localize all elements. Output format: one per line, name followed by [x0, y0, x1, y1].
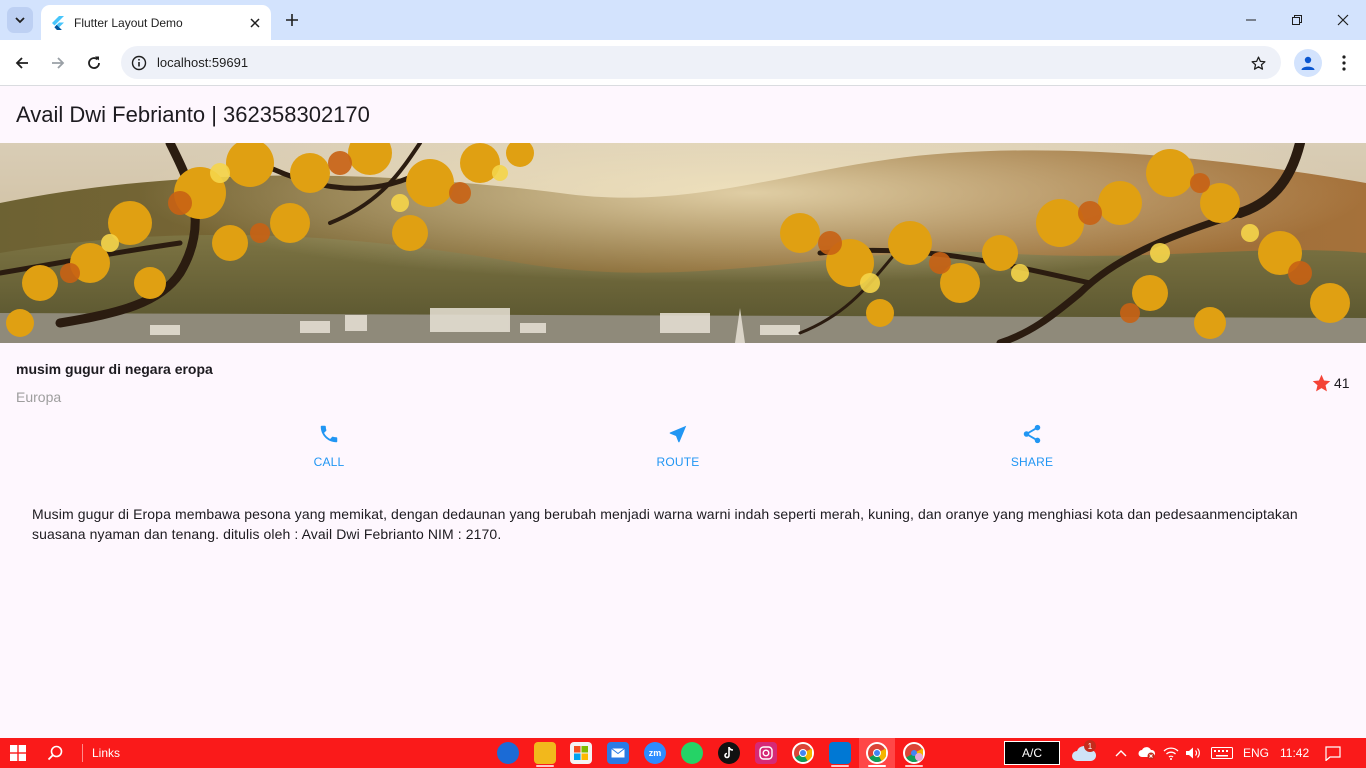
- chrome-profile-icon[interactable]: [903, 742, 925, 764]
- app-bar: Avail Dwi Febrianto | 362358302170: [0, 87, 1366, 143]
- tab-search-button[interactable]: [7, 7, 33, 33]
- tiktok-icon[interactable]: [718, 742, 740, 764]
- tab-title: Flutter Layout Demo: [74, 15, 183, 30]
- chevron-up-icon: [1115, 750, 1127, 757]
- share-label: SHARE: [1010, 455, 1054, 469]
- page-title: Avail Dwi Febrianto | 362358302170: [16, 102, 370, 127]
- clock[interactable]: 11:42: [1280, 746, 1309, 760]
- near-me-icon: [666, 422, 690, 446]
- chevron-down-icon: [15, 17, 25, 24]
- close-window-button[interactable]: [1320, 0, 1366, 40]
- whatsapp-icon[interactable]: [681, 742, 703, 764]
- url-text[interactable]: localhost:59691: [157, 55, 248, 70]
- minimize-icon: [1246, 19, 1256, 21]
- wifi-icon[interactable]: [1161, 738, 1181, 768]
- volume-icon[interactable]: [1183, 738, 1203, 768]
- reload-button[interactable]: [80, 49, 108, 77]
- search-icon: [47, 745, 63, 761]
- call-label: CALL: [313, 455, 345, 469]
- browser-toolbar: localhost:59691: [0, 40, 1366, 86]
- forward-button[interactable]: [44, 49, 72, 77]
- call-button[interactable]: CALL: [269, 422, 389, 474]
- place-title: musim gugur di negara eropa: [16, 361, 213, 377]
- language-indicator[interactable]: ENG: [1243, 746, 1269, 760]
- taskbar: Links zm A/C 1 ENG 11:42: [0, 738, 1366, 768]
- route-label: ROUTE: [656, 455, 700, 469]
- start-button[interactable]: [0, 738, 36, 768]
- show-hidden-icons-button[interactable]: [1112, 738, 1130, 768]
- zoom-icon[interactable]: zm: [644, 742, 666, 764]
- place-location: Europa: [16, 389, 62, 405]
- site-info-icon[interactable]: [127, 51, 151, 75]
- star-icon[interactable]: [1311, 373, 1332, 394]
- close-tab-icon[interactable]: [245, 13, 265, 33]
- ac-indicator[interactable]: A/C: [1004, 741, 1060, 765]
- running-indicator: [831, 765, 849, 767]
- restore-icon: [1292, 15, 1302, 25]
- notification-icon: [1325, 745, 1341, 761]
- taskbar-separator: [82, 744, 83, 762]
- close-icon: [1337, 14, 1349, 26]
- share-button[interactable]: SHARE: [972, 422, 1092, 474]
- chrome-icon[interactable]: [866, 742, 888, 764]
- minimize-button[interactable]: [1228, 0, 1274, 40]
- search-button[interactable]: [40, 738, 70, 768]
- title-section: musim gugur di negara eropa Europa 41: [0, 343, 1366, 419]
- autumn-landscape-image: [0, 143, 1366, 343]
- file-explorer-icon[interactable]: [534, 742, 556, 764]
- notification-center-button[interactable]: [1320, 738, 1346, 768]
- browser-menu-button[interactable]: [1333, 49, 1355, 77]
- running-indicator: [905, 765, 923, 767]
- description-text: Musim gugur di Eropa membawa pesona yang…: [32, 506, 1298, 542]
- profile-avatar[interactable]: [1294, 49, 1322, 77]
- flutter-icon: [51, 15, 65, 30]
- chrome-icon[interactable]: [792, 742, 814, 764]
- running-indicator: [868, 765, 886, 767]
- plus-icon: [286, 14, 298, 26]
- onedrive-error-icon[interactable]: [1136, 738, 1158, 768]
- windows-icon: [10, 745, 26, 761]
- mail-icon[interactable]: [607, 742, 629, 764]
- person-icon: [1301, 56, 1315, 70]
- weather-badge: 1: [1084, 740, 1096, 752]
- route-button[interactable]: ROUTE: [618, 422, 738, 474]
- vscode-icon[interactable]: [829, 742, 851, 764]
- share-icon: [1020, 422, 1044, 446]
- touch-keyboard-icon[interactable]: [1209, 738, 1235, 768]
- reload-icon: [88, 56, 100, 69]
- address-bar[interactable]: localhost:59691: [121, 46, 1281, 79]
- phone-icon: [317, 422, 341, 446]
- restore-button[interactable]: [1274, 0, 1320, 40]
- browser-tab[interactable]: Flutter Layout Demo: [41, 5, 271, 40]
- store-icon[interactable]: [570, 742, 592, 764]
- instagram-icon[interactable]: [755, 742, 777, 764]
- links-toolbar[interactable]: Links: [92, 746, 120, 760]
- more-vert-icon: [1342, 55, 1346, 71]
- new-tab-button[interactable]: [281, 9, 303, 31]
- arrow-left-icon: [15, 57, 28, 69]
- browser-tab-strip: Flutter Layout Demo: [0, 0, 1366, 40]
- favorite-count: 41: [1334, 375, 1350, 391]
- back-button[interactable]: [8, 49, 36, 77]
- running-indicator: [536, 765, 554, 767]
- bookmark-star-icon[interactable]: [1247, 52, 1269, 74]
- edge-icon[interactable]: [497, 742, 519, 764]
- arrow-right-icon: [52, 57, 65, 69]
